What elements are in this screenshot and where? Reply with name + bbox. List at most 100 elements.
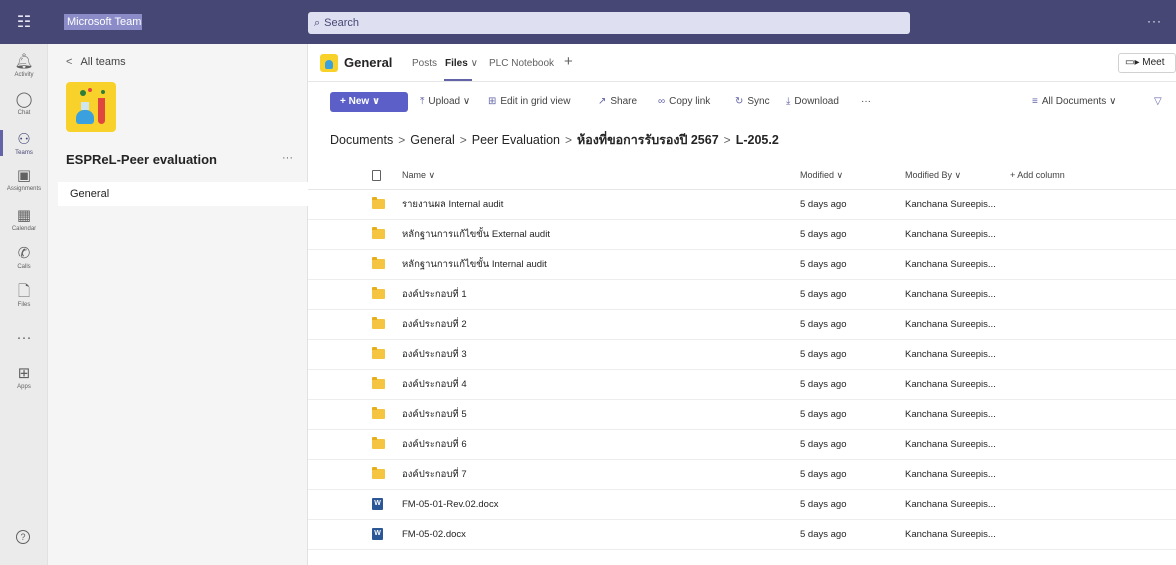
- file-name[interactable]: องค์ประกอบที่ 2: [402, 310, 782, 340]
- view-label: All Documents: [1041, 96, 1107, 107]
- edit-grid-button[interactable]: ⊞ Edit in grid view: [488, 96, 570, 107]
- rail-item-apps[interactable]: ⊞ Apps: [0, 366, 48, 391]
- file-modified: 5 days ago: [800, 529, 847, 540]
- file-name[interactable]: องค์ประกอบที่ 3: [402, 340, 782, 370]
- add-tab-button[interactable]: +: [564, 53, 573, 70]
- rail-item-chat[interactable]: ◯ Chat: [0, 92, 48, 117]
- help-icon[interactable]: ?: [16, 530, 30, 544]
- column-modified[interactable]: Modified ∨: [800, 160, 900, 190]
- rail-label: Calendar: [11, 226, 37, 232]
- chat-icon: ◯: [15, 91, 33, 108]
- active-tab-indicator: [444, 79, 472, 81]
- team-more-icon[interactable]: ···: [282, 152, 293, 164]
- file-type-header-icon[interactable]: [372, 160, 390, 190]
- channel-title: General: [344, 55, 393, 70]
- file-modified: 5 days ago: [800, 229, 847, 240]
- sync-button[interactable]: ↻ Sync: [735, 96, 770, 107]
- file-name[interactable]: หลักฐานการแก้ไขขั้น External audit: [402, 220, 782, 250]
- table-row[interactable]: องค์ประกอบที่ 6 5 days ago Kanchana Sureep…: [308, 430, 1176, 460]
- file-modified-by: Kanchana Sureepis...: [905, 439, 996, 450]
- file-name[interactable]: องค์ประกอบที่ 6: [402, 430, 782, 460]
- file-modified-by: Kanchana Sureepis...: [905, 499, 996, 510]
- table-row[interactable]: องค์ประกอบที่ 5 5 days ago Kanchana Sureep…: [308, 400, 1176, 430]
- rail-item-files[interactable]: 🗋 Files: [0, 284, 48, 309]
- breadcrumb-item[interactable]: ห้องที่ขอการรับรองปี 2567: [577, 133, 719, 147]
- rail-label: Activity: [14, 72, 34, 78]
- new-button[interactable]: + New ∨: [330, 92, 408, 112]
- new-label: + New: [340, 96, 370, 107]
- file-icon: 🗋: [17, 283, 31, 300]
- file-name[interactable]: องค์ประกอบที่ 7: [402, 460, 782, 490]
- apps-icon: ⊞: [17, 365, 31, 382]
- tab-posts[interactable]: Posts: [412, 58, 437, 69]
- file-modified: 5 days ago: [800, 409, 847, 420]
- meet-label: Meet: [1142, 57, 1165, 68]
- word-doc-icon: W: [372, 490, 390, 520]
- share-button[interactable]: ↗ Share: [598, 96, 637, 107]
- table-row[interactable]: หลักฐานการแก้ไขขั้น External audit 5 days…: [308, 220, 1176, 250]
- rail-label: Teams: [15, 150, 33, 156]
- upload-button[interactable]: ⤒ Upload ∨: [420, 96, 470, 107]
- file-modified: 5 days ago: [800, 439, 847, 450]
- channel-item-general[interactable]: General: [58, 182, 308, 206]
- table-row[interactable]: หลักฐานการแก้ไขขั้น Internal audit 5 days…: [308, 250, 1176, 280]
- rail-item-teams[interactable]: ⚇ Teams: [0, 130, 48, 157]
- column-modified-by-label: Modified By: [905, 170, 953, 180]
- rail-item-activity[interactable]: 🔔︎ Activity: [0, 54, 48, 79]
- file-name[interactable]: หลักฐานการแก้ไขขั้น Internal audit: [402, 250, 782, 280]
- share-label: Share: [610, 96, 638, 107]
- column-modified-label: Modified: [800, 170, 835, 180]
- file-name[interactable]: องค์ประกอบที่ 4: [402, 370, 782, 400]
- breadcrumb-item[interactable]: Documents: [330, 133, 393, 147]
- filter-icon[interactable]: ▽: [1154, 96, 1166, 107]
- folder-icon: [372, 280, 390, 310]
- breadcrumb-item[interactable]: General: [410, 133, 454, 147]
- file-name[interactable]: รายงานผล Internal audit: [402, 190, 782, 220]
- breadcrumb-item[interactable]: Peer Evaluation: [472, 133, 560, 147]
- more-icon: ···: [16, 329, 32, 346]
- rail-item-calls[interactable]: ✆ Calls: [0, 246, 48, 271]
- file-modified-by: Kanchana Sureepis...: [905, 229, 996, 240]
- column-modified-by[interactable]: Modified By ∨: [905, 160, 1015, 190]
- upload-label: Upload: [428, 96, 461, 107]
- all-teams-link[interactable]: < All teams: [66, 56, 126, 68]
- more-options-icon[interactable]: ···: [1147, 14, 1162, 28]
- file-modified-by: Kanchana Sureepis...: [905, 409, 996, 420]
- chevron-right-icon: >: [398, 133, 406, 147]
- rail-item-more[interactable]: ···: [0, 330, 48, 346]
- table-row[interactable]: องค์ประกอบที่ 2 5 days ago Kanchana Sureep…: [308, 310, 1176, 340]
- grid-icon: ⊞: [488, 96, 497, 107]
- app-launcher-icon[interactable]: ☷: [0, 0, 48, 44]
- teams-icon: ⚇: [17, 131, 31, 148]
- table-row[interactable]: W FM-05-02.docx 5 days ago Kanchana Sureepi…: [308, 520, 1176, 550]
- search-box[interactable]: ⌕ Search: [308, 12, 910, 34]
- file-name[interactable]: FM-05-02.docx: [402, 520, 782, 550]
- sync-label: Sync: [747, 96, 770, 107]
- rail-item-assignments[interactable]: ▣ Assignments: [0, 168, 48, 193]
- rail-label: Assignments: [6, 186, 42, 192]
- meet-button[interactable]: ▭▸ Meet: [1118, 53, 1176, 73]
- rail-item-calendar[interactable]: ▦ Calendar: [0, 208, 48, 233]
- table-row[interactable]: รายงานผล Internal audit 5 days ago Kanchan…: [308, 190, 1176, 220]
- file-name[interactable]: องค์ประกอบที่ 1: [402, 280, 782, 310]
- copy-link-button[interactable]: ∞ Copy link: [658, 96, 710, 107]
- search-placeholder: Search: [324, 17, 360, 29]
- view-selector[interactable]: ≡ All Documents ∨: [1032, 96, 1116, 107]
- table-row[interactable]: องค์ประกอบที่ 1 5 days ago Kanchana Sureep…: [308, 280, 1176, 310]
- file-modified-by: Kanchana Sureepis...: [905, 529, 996, 540]
- file-name[interactable]: องค์ประกอบที่ 5: [402, 400, 782, 430]
- table-row[interactable]: องค์ประกอบที่ 4 5 days ago Kanchana Sureep…: [308, 370, 1176, 400]
- tab-files[interactable]: Files ∨: [445, 58, 478, 69]
- tab-plc-notebook[interactable]: PLC Notebook: [489, 58, 554, 69]
- column-name-label: Name: [402, 170, 427, 180]
- column-name[interactable]: Name ∨: [402, 160, 782, 190]
- app-rail: 🔔︎ Activity ◯ Chat ⚇ Teams ▣ Assignments…: [0, 44, 48, 565]
- table-row[interactable]: องค์ประกอบที่ 7 5 days ago Kanchana Sureep…: [308, 460, 1176, 490]
- table-row[interactable]: W FM-05-01-Rev.02.docx 5 days ago Kanchana …: [308, 490, 1176, 520]
- toolbar-more-icon[interactable]: ···: [861, 96, 871, 107]
- folder-icon: [372, 370, 390, 400]
- download-button[interactable]: ⤓ Download: [786, 96, 839, 107]
- add-column-button[interactable]: + Add column: [1010, 160, 1130, 190]
- table-row[interactable]: องค์ประกอบที่ 3 5 days ago Kanchana Sureep…: [308, 340, 1176, 370]
- file-name[interactable]: FM-05-01-Rev.02.docx: [402, 490, 782, 520]
